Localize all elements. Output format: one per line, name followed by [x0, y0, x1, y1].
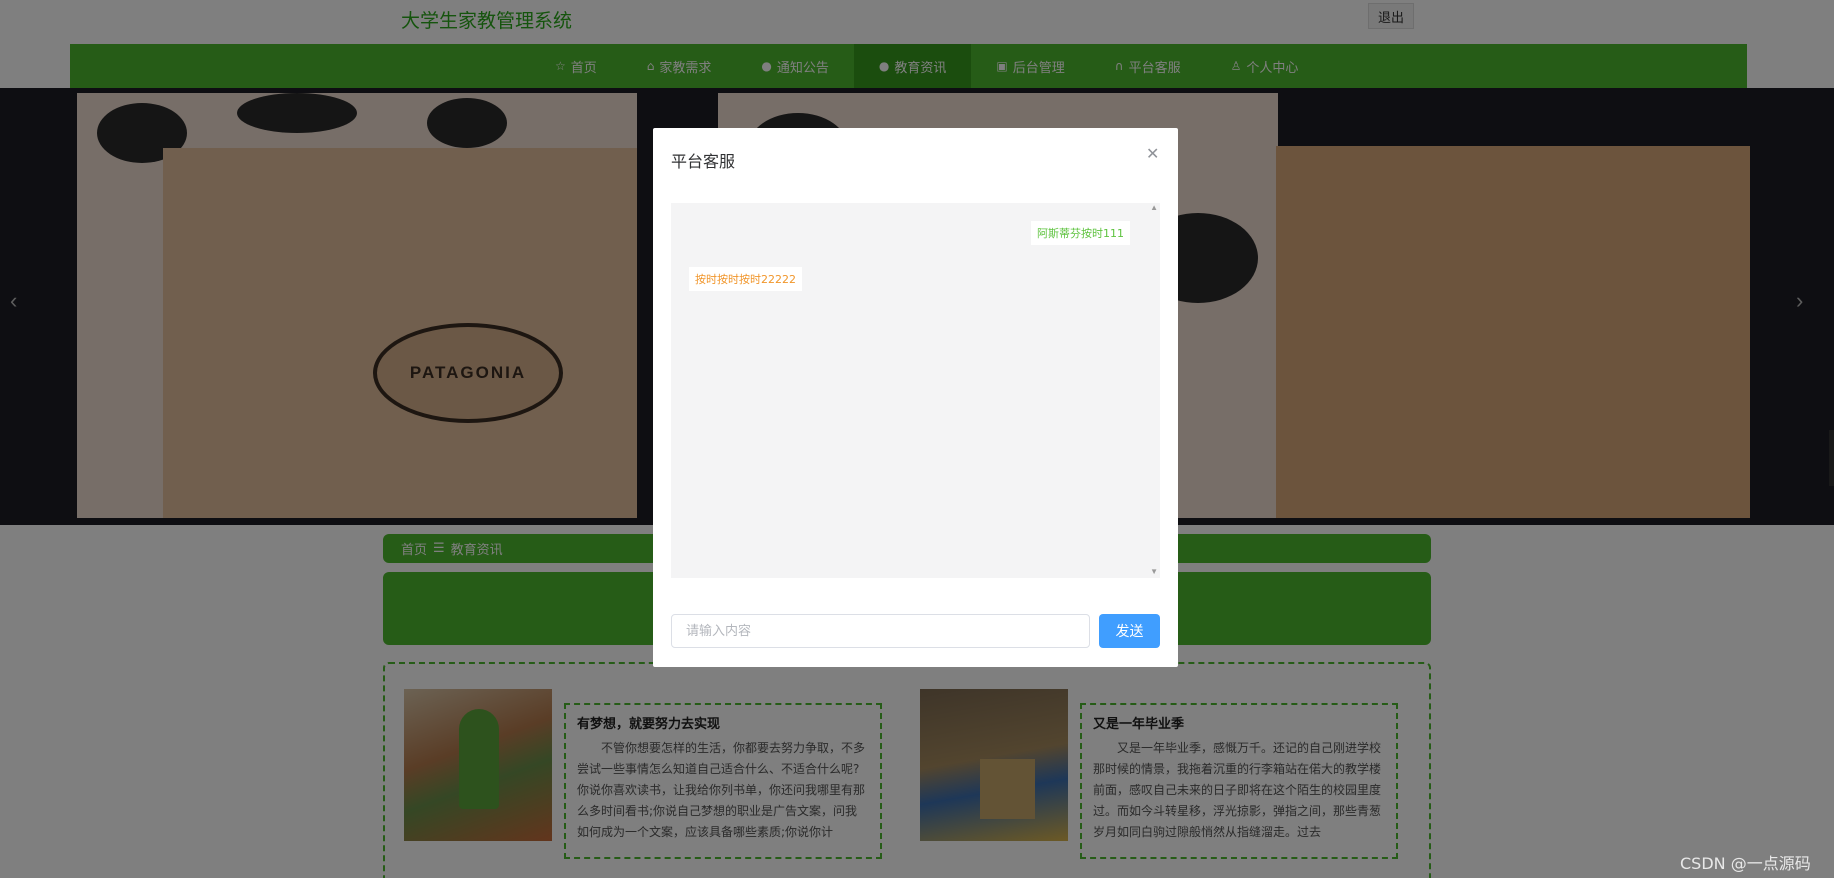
chat-input[interactable]: [671, 614, 1090, 648]
close-icon[interactable]: ✕: [1146, 144, 1159, 164]
watermark: CSDN @一点源码: [1680, 854, 1811, 873]
scroll-up-icon[interactable]: ▲: [1150, 203, 1158, 212]
chat-message-received: 按时按时按时22222: [689, 267, 802, 291]
customer-service-dialog: 平台客服 ✕ ▲ 阿斯蒂芬按时111 按时按时按时22222 ▼ 发送: [653, 128, 1178, 667]
send-button[interactable]: 发送: [1099, 614, 1160, 648]
scroll-down-icon[interactable]: ▼: [1150, 567, 1158, 576]
chat-history[interactable]: ▲ 阿斯蒂芬按时111 按时按时按时22222 ▼: [671, 203, 1160, 578]
chat-message-sent: 阿斯蒂芬按时111: [1031, 221, 1130, 245]
dialog-title: 平台客服: [671, 152, 736, 171]
